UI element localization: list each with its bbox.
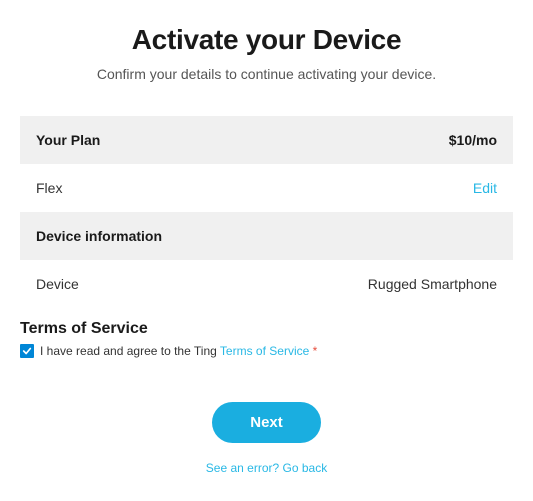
tos-row: I have read and agree to the Ting Terms … [20, 344, 513, 358]
tos-checkbox[interactable] [20, 344, 34, 358]
device-section-header: Device information [20, 212, 513, 260]
device-section-label: Device information [36, 228, 162, 244]
plan-section-header: Your Plan $10/mo [20, 116, 513, 164]
tos-heading: Terms of Service [20, 320, 513, 338]
plan-price: $10/mo [449, 132, 497, 148]
tos-link[interactable]: Terms of Service [220, 344, 309, 358]
plan-row: Flex Edit [20, 164, 513, 212]
tos-required-mark: * [309, 344, 317, 358]
tos-agree-prefix: I have read and agree to the Ting [40, 344, 220, 358]
device-row-label: Device [36, 276, 79, 292]
tos-text: I have read and agree to the Ting Terms … [40, 344, 317, 358]
device-row-value: Rugged Smartphone [368, 276, 497, 292]
tos-section: Terms of Service I have read and agree t… [20, 320, 513, 358]
checkmark-icon [22, 346, 32, 356]
edit-plan-link[interactable]: Edit [473, 180, 497, 196]
page-title: Activate your Device [20, 24, 513, 56]
go-back-link[interactable]: See an error? Go back [206, 461, 327, 475]
plan-section-label: Your Plan [36, 132, 100, 148]
device-row: Device Rugged Smartphone [20, 260, 513, 308]
plan-name: Flex [36, 180, 62, 196]
next-button[interactable]: Next [212, 402, 321, 443]
page-subtitle: Confirm your details to continue activat… [20, 66, 513, 82]
